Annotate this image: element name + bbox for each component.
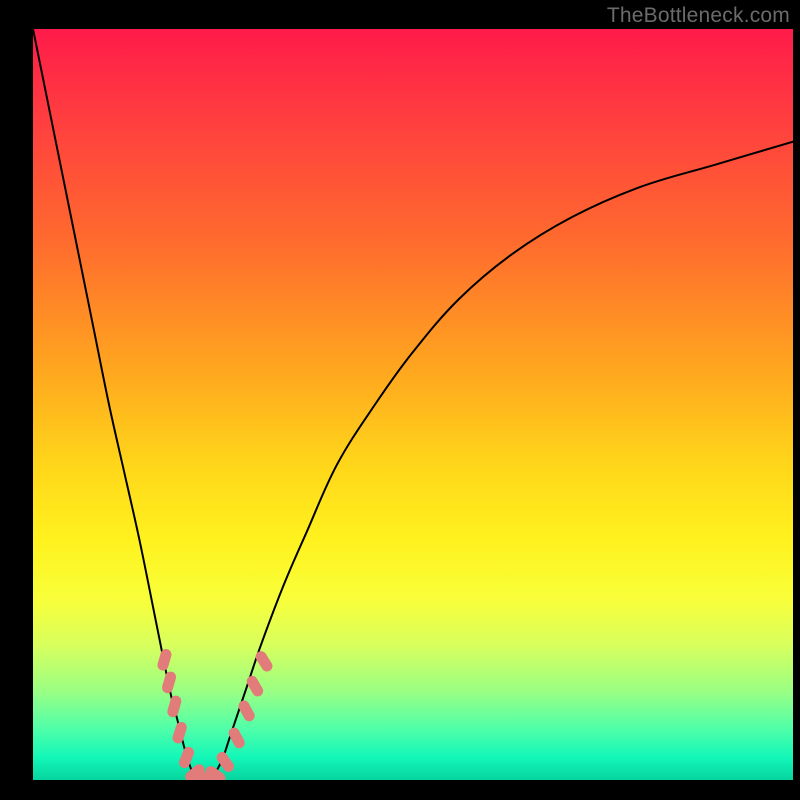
curve-marker xyxy=(156,648,173,672)
outer-frame: TheBottleneck.com xyxy=(0,0,800,800)
plot-area xyxy=(33,29,793,780)
chart-svg xyxy=(33,29,793,780)
curve-marker xyxy=(177,745,195,770)
curve-marker xyxy=(171,721,188,745)
watermark-text: TheBottleneck.com xyxy=(607,4,790,28)
curve-marker xyxy=(254,649,275,673)
curve-marker xyxy=(161,670,178,694)
curve-marker xyxy=(166,694,183,718)
bottleneck-curve xyxy=(33,29,793,780)
